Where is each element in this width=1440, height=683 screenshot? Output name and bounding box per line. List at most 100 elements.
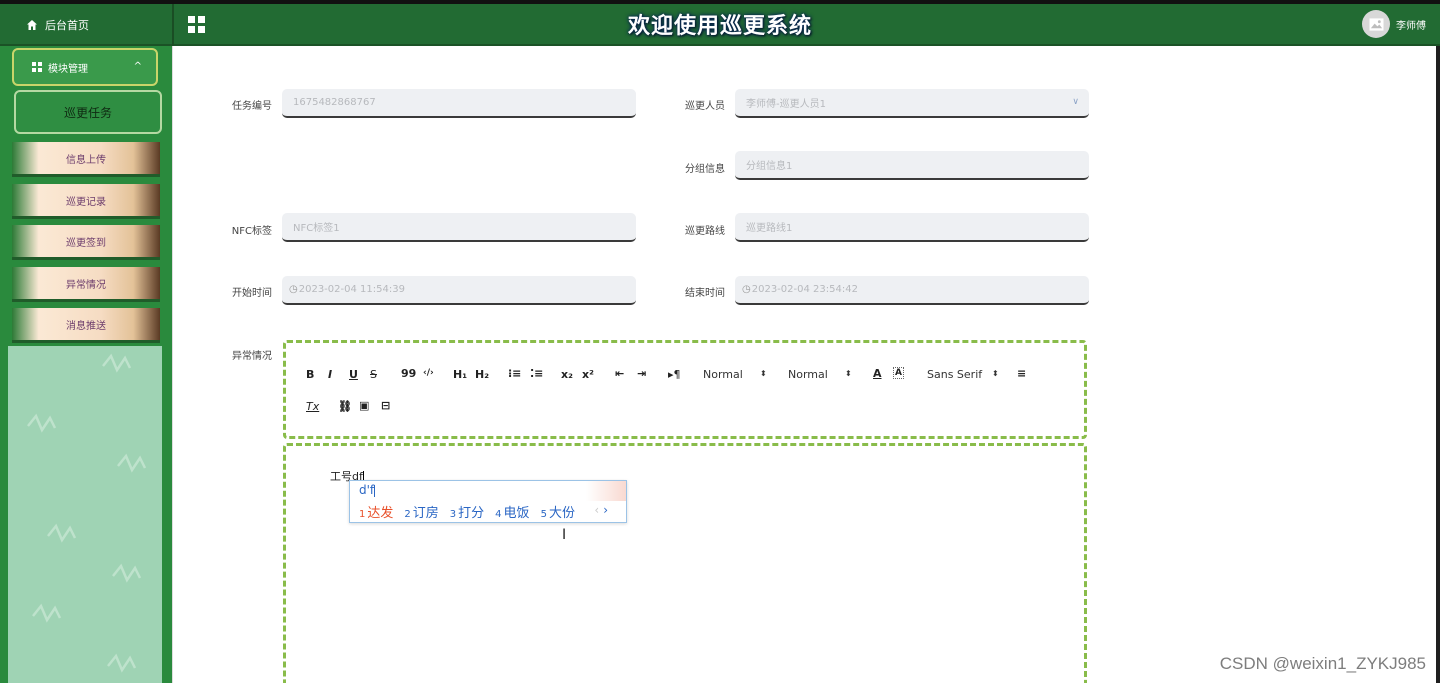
text-color-icon[interactable]: A bbox=[873, 367, 882, 380]
bold-button[interactable]: B bbox=[306, 368, 314, 381]
align-icon[interactable]: ≡ bbox=[1017, 367, 1026, 380]
nfc-tag-label: NFC标签 bbox=[231, 226, 272, 237]
ime-candidate[interactable]: 1 达发 bbox=[359, 502, 393, 521]
blockquote-button[interactable]: 99 bbox=[401, 367, 416, 380]
h1-button[interactable]: H₁ bbox=[453, 368, 467, 381]
task-no-input[interactable]: 1675482868767 bbox=[282, 89, 636, 118]
start-time-picker[interactable]: ◷ 2023-02-04 11:54:39 bbox=[282, 276, 636, 305]
group-info-value: 分组信息1 bbox=[746, 161, 793, 172]
ime-prev-icon[interactable]: ‹ bbox=[594, 503, 599, 517]
patrol-person-select[interactable]: 李师傅-巡更人员1 ∨ bbox=[735, 89, 1089, 118]
ime-candidate-text: 电饭 bbox=[503, 506, 530, 521]
subscript-button[interactable]: x₂ bbox=[561, 368, 573, 381]
sidebar-item-exceptions[interactable]: 异常情况 bbox=[12, 267, 160, 302]
ime-candidate-text: 打分 bbox=[458, 506, 485, 521]
patrol-person-value: 李师傅-巡更人员1 bbox=[746, 99, 826, 110]
ime-candidate[interactable]: 2 订房 bbox=[404, 502, 438, 521]
task-no-value: 1675482868767 bbox=[293, 97, 376, 108]
sidebar-item-label: 消息推送 bbox=[66, 320, 106, 332]
sidebar-item-message-push[interactable]: 消息推送 bbox=[12, 308, 160, 343]
menu-module-management[interactable]: 模块管理 ^ bbox=[12, 48, 158, 86]
sidebar-item-patrol-records[interactable]: 巡更记录 bbox=[12, 184, 160, 219]
ime-candidate-number: 5 bbox=[540, 509, 547, 520]
outdent-icon[interactable]: ⇤ bbox=[615, 367, 624, 380]
patrol-person-label: 巡更人员 bbox=[685, 101, 725, 112]
sidebar-item-label: 巡更记录 bbox=[66, 196, 106, 208]
top-bar: 后台首页 欢迎使用巡更系统 李师傅 bbox=[0, 0, 1440, 46]
patrol-route-label: 巡更路线 bbox=[685, 226, 725, 237]
clock-icon: ◷ bbox=[289, 284, 298, 295]
size-select-value: Normal bbox=[703, 368, 743, 381]
superscript-button[interactable]: x² bbox=[582, 368, 594, 381]
sidebar: 模块管理 ^ 巡更任务 信息上传 巡更记录 巡更签到 异常情况 消息推送 bbox=[0, 46, 172, 683]
chevron-up-icon: ^ bbox=[133, 61, 142, 72]
underline-button[interactable]: U bbox=[349, 368, 358, 381]
sidebar-item-patrol-signin[interactable]: 巡更签到 bbox=[12, 225, 160, 260]
editor-area[interactable] bbox=[283, 443, 1087, 683]
direction-button[interactable]: ▸¶ bbox=[668, 368, 681, 381]
menu-toggle-icon[interactable] bbox=[188, 16, 206, 34]
site-title: 欢迎使用巡更系统 bbox=[627, 14, 812, 39]
group-info-input[interactable]: 分组信息1 bbox=[735, 151, 1089, 180]
sidebar-item-info-upload[interactable]: 信息上传 bbox=[12, 142, 160, 177]
font-select[interactable]: Sans Serif ⬍ bbox=[927, 368, 1007, 381]
ime-candidate-number: 2 bbox=[404, 509, 411, 520]
sidebar-item-label: 巡更签到 bbox=[66, 237, 106, 249]
sidebar-item-patrol-task[interactable]: 巡更任务 bbox=[14, 90, 162, 134]
ime-candidate[interactable]: 5 大份 bbox=[541, 502, 575, 521]
nfc-tag-input[interactable]: NFC标签1 bbox=[282, 213, 636, 242]
background-color-icon[interactable]: A bbox=[893, 367, 904, 379]
sidebar-item-label: 异常情况 bbox=[66, 279, 106, 291]
home-link[interactable]: 后台首页 bbox=[0, 4, 172, 46]
username: 李师傅 bbox=[1396, 20, 1426, 32]
ime-candidate-text: 达发 bbox=[367, 506, 394, 521]
header-select-value: Normal bbox=[788, 368, 828, 381]
h2-button[interactable]: H₂ bbox=[475, 368, 489, 381]
clean-format-button[interactable]: Tx bbox=[306, 400, 319, 413]
user-menu[interactable]: 李师傅 bbox=[1362, 10, 1426, 38]
ime-pinyin-text: d'f bbox=[359, 483, 375, 497]
link-icon[interactable]: ⛓ bbox=[338, 400, 352, 413]
patrol-route-input[interactable]: 巡更路线1 bbox=[735, 213, 1089, 242]
start-time-label: 开始时间 bbox=[232, 288, 272, 299]
window-edge bbox=[1436, 46, 1440, 683]
size-select[interactable]: Normal ⬍ bbox=[703, 368, 773, 381]
ime-next-icon[interactable]: › bbox=[603, 503, 608, 517]
ime-candidate[interactable]: 4 电饭 bbox=[495, 502, 529, 521]
exception-label: 异常情况 bbox=[232, 351, 272, 362]
mouse-ibeam-cursor: I bbox=[562, 527, 567, 543]
select-arrows-icon: ⬍ bbox=[845, 369, 852, 378]
avatar bbox=[1362, 10, 1390, 38]
watermark: CSDN @weixin1_ZYKJ985 bbox=[1219, 654, 1426, 673]
video-insert-icon[interactable]: ⊟ bbox=[381, 399, 390, 412]
editor-toolbar: B I U S 99 ‹/› H₁ H₂ ⁝≡ ⁚≡ x₂ x² ⇤ ⇥ ▸¶ … bbox=[283, 340, 1087, 439]
strike-button[interactable]: S bbox=[370, 368, 377, 381]
header-select[interactable]: Normal ⬍ bbox=[788, 368, 858, 381]
home-icon bbox=[27, 20, 37, 30]
select-arrows-icon: ⬍ bbox=[760, 369, 767, 378]
indent-icon[interactable]: ⇥ bbox=[637, 367, 646, 380]
ime-candidate-window: d'f 1 达发 2 订房 3 打分 4 电饭 5 大份 ‹ › bbox=[349, 480, 627, 523]
nfc-tag-value: NFC标签1 bbox=[293, 223, 340, 234]
ime-candidate-number: 3 bbox=[449, 509, 457, 520]
ime-pinyin: d'f bbox=[359, 483, 376, 497]
home-link-label: 后台首页 bbox=[45, 19, 89, 32]
sidebar-item-label: 信息上传 bbox=[66, 154, 106, 166]
ime-decoration bbox=[586, 481, 626, 501]
image-insert-icon[interactable]: ▣ bbox=[359, 399, 369, 412]
ime-candidate-number: 1 bbox=[359, 509, 366, 520]
bullet-list-icon[interactable]: ⁚≡ bbox=[530, 367, 543, 380]
ime-candidate[interactable]: 3 打分 bbox=[450, 502, 484, 521]
ime-candidate-text: 订房 bbox=[412, 506, 439, 521]
italic-button[interactable]: I bbox=[328, 368, 332, 381]
task-no-label: 任务编号 bbox=[232, 101, 272, 112]
sidebar-pattern bbox=[27, 353, 147, 673]
grid-icon bbox=[32, 62, 42, 72]
patrol-route-value: 巡更路线1 bbox=[746, 223, 793, 234]
ime-candidate-number: 4 bbox=[495, 509, 502, 520]
end-time-picker[interactable]: ◷ 2023-02-04 23:54:42 bbox=[735, 276, 1089, 305]
ime-candidate-list: 1 达发 2 订房 3 打分 4 电饭 5 大份 bbox=[359, 502, 575, 521]
code-button[interactable]: ‹/› bbox=[423, 368, 434, 378]
clock-icon: ◷ bbox=[742, 284, 751, 295]
ordered-list-icon[interactable]: ⁝≡ bbox=[508, 367, 521, 380]
